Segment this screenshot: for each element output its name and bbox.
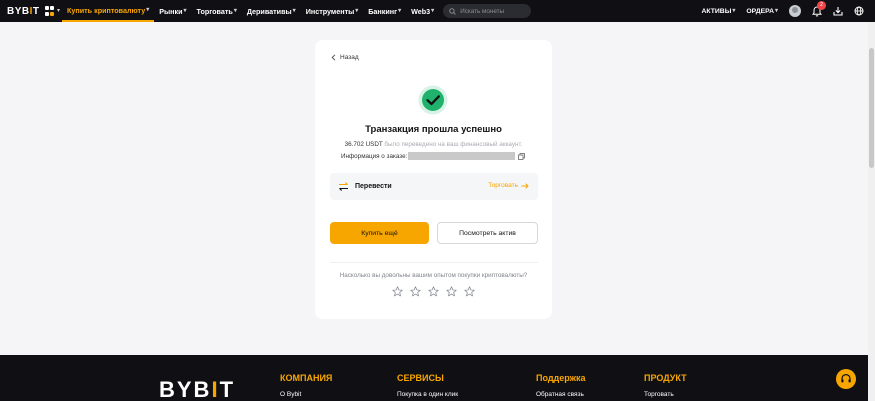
amount-value: 36.702 USDT: [344, 141, 383, 148]
header-actions: АКТИВЫ ▾ ОРДЕРА ▾ 2: [702, 0, 875, 22]
footer-logo: BYBIT: [159, 377, 236, 401]
back-link[interactable]: Назад: [331, 54, 359, 61]
star-rating: [392, 286, 475, 297]
chevron-down-icon: ▾: [732, 8, 736, 14]
assets-menu[interactable]: АКТИВЫ ▾: [702, 8, 736, 15]
order-info-label: Информация о заказе:: [341, 152, 408, 160]
notification-badge: 2: [817, 0, 826, 10]
main-nav: Купить криптовалюту ▾ Рынки ▾ Торговать ▾ Д…: [62, 0, 439, 22]
star-icon[interactable]: [428, 286, 439, 297]
check-circle-icon: [418, 85, 448, 115]
site-footer: BYBIT КОМПАНИЯ О Bybit СЕРВИСЫ Покупка в…: [0, 355, 868, 401]
star-icon[interactable]: [392, 286, 403, 297]
divider: [330, 262, 538, 263]
nav-item-buy-crypto[interactable]: Купить криптовалюту ▾: [62, 0, 155, 22]
order-info-row: Информация о заказе:: [341, 152, 526, 160]
nav-item-banking[interactable]: Банкинг ▾: [363, 0, 406, 22]
transfer-confirmation-text: 36.702 USDT было переведено на ваш финан…: [344, 141, 523, 148]
globe-icon: [854, 6, 864, 16]
buy-more-button[interactable]: Купить ещё: [330, 222, 429, 244]
footer-column-product: ПРОДУКТ Торговать: [644, 373, 687, 398]
top-navigation-bar: BYB I T ▾ Купить криптовалюту ▾ Рынки ▾ Торг…: [0, 0, 875, 22]
nav-item-markets[interactable]: Рынки ▾: [154, 0, 191, 22]
footer-column-company: КОМПАНИЯ О Bybit: [280, 373, 333, 398]
language-button[interactable]: [854, 6, 864, 16]
footer-column-services: СЕРВИСЫ Покупка в один клик: [397, 373, 459, 398]
transfer-icon: [339, 182, 348, 191]
rating-question: Насколько вы довольны вашим опытом покуп…: [339, 272, 528, 279]
footer-link[interactable]: О Bybit: [280, 391, 332, 398]
chevron-left-icon: [331, 54, 336, 61]
support-chat-button[interactable]: [836, 369, 856, 389]
chevron-down-icon: ▾: [774, 8, 778, 14]
chevron-down-icon: ▾: [57, 8, 61, 14]
footer-link[interactable]: Торговать: [644, 391, 687, 398]
page-title: Транзакция прошла успешно: [365, 124, 502, 135]
search-input[interactable]: Искать монеты: [443, 4, 532, 18]
order-id-redacted: [408, 152, 516, 160]
headset-icon: [841, 373, 851, 383]
copy-icon[interactable]: [518, 152, 526, 160]
nav-item-trade[interactable]: Торговать ▾: [192, 0, 242, 22]
star-icon[interactable]: [446, 286, 457, 297]
star-icon[interactable]: [410, 286, 421, 297]
trade-link[interactable]: Торговать: [488, 182, 529, 189]
transfer-label: Перевести: [355, 183, 392, 190]
nav-item-tools[interactable]: Инструменты ▾: [301, 0, 364, 22]
chevron-down-icon: ▾: [431, 8, 435, 14]
chevron-down-icon: ▾: [146, 7, 150, 13]
avatar[interactable]: [789, 5, 801, 17]
search-icon: [449, 7, 456, 15]
star-icon[interactable]: [464, 286, 475, 297]
chevron-down-icon: ▾: [355, 8, 359, 14]
view-asset-button[interactable]: Посмотреть актив: [437, 222, 538, 244]
footer-column-support: Поддержка Обратная связь: [536, 373, 586, 398]
chevron-down-icon: ▾: [292, 8, 296, 14]
transfer-row[interactable]: Перевести Торговать: [330, 173, 538, 200]
chevron-down-icon: ▾: [183, 8, 187, 14]
chevron-down-icon: ▾: [233, 8, 237, 14]
bybit-logo[interactable]: BYB I T: [7, 6, 39, 17]
notifications-button[interactable]: 2: [812, 0, 826, 17]
nav-item-derivatives[interactable]: Деривативы ▾: [242, 0, 301, 22]
grid-icon: [45, 6, 55, 16]
arrow-right-icon: [521, 182, 529, 189]
footer-link[interactable]: Обратная связь: [536, 391, 586, 398]
search-placeholder: Искать монеты: [460, 7, 505, 15]
chevron-down-icon: ▾: [398, 8, 402, 14]
orders-menu[interactable]: ОРДЕРА ▾: [746, 8, 778, 15]
page-scrollbar[interactable]: [868, 22, 875, 401]
transaction-success-card: Назад Транзакция прошла успешно 36.702 U…: [315, 40, 552, 319]
download-icon: [833, 7, 843, 16]
footer-link[interactable]: Покупка в один клик: [397, 391, 458, 398]
download-app-button[interactable]: [833, 6, 843, 16]
scrollbar-thumb[interactable]: [869, 48, 874, 168]
nav-item-web3[interactable]: Web3 ▾: [406, 0, 439, 22]
apps-menu-button[interactable]: ▾: [45, 6, 60, 16]
